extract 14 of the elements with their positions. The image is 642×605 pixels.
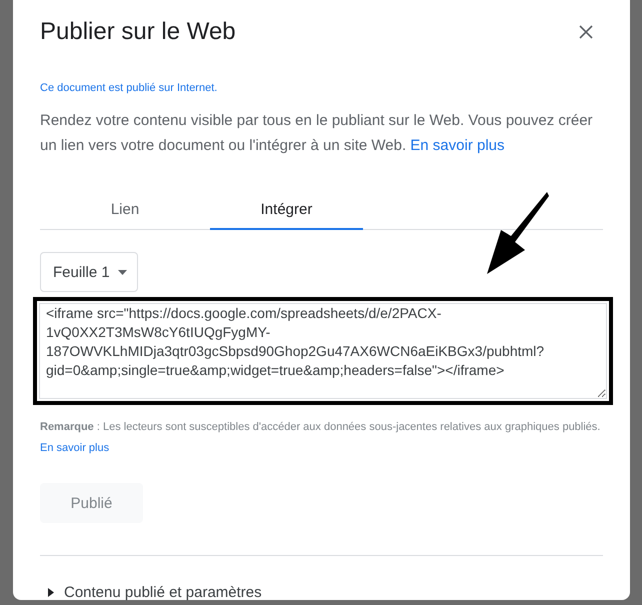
- caret-icon: [118, 270, 127, 274]
- learn-more-link[interactable]: En savoir plus: [410, 137, 505, 154]
- dialog-title: Publier sur le Web: [40, 18, 236, 46]
- publish-status: Ce document est publié sur Internet.: [40, 82, 218, 94]
- learn-more-link[interactable]: En savoir plus: [40, 442, 110, 454]
- caret-icon: [48, 588, 54, 597]
- sheet-dropdown[interactable]: Feuille 1: [40, 252, 138, 292]
- tab[interactable]: Intégrer: [210, 193, 363, 230]
- embed-code-field[interactable]: <iframe src="https://docs.google.com/spreadsheets/d/e/2PACX-1vQ0XX2T3MsW8cY6tIUQgFygMY-187OWVKLhMIDja3qtr03gcSbpsd90Ghop2Gu47AX6WCN6aEiKBGx3/pubhtml?gid=0&amp;single=true&amp;widget=true&amp;headers=false"></iframe>: [39, 303, 607, 399]
- note-text: Remarque : Les lecteurs sont susceptibles d'accéder aux données sous-jacentes relatives aux graphiques publiés. En savoir plus: [40, 420, 602, 456]
- description-text: Rendez votre contenu visible par tous en le publiant sur le Web. Vous pouvez créer un lien vers votre document ou l'intégrer à un site Web. En savoir plus: [40, 111, 594, 156]
- tab[interactable]: Lien: [40, 193, 210, 230]
- close-icon[interactable]: [579, 25, 593, 39]
- settings-expander[interactable]: Contenu publié et paramètres: [40, 584, 262, 601]
